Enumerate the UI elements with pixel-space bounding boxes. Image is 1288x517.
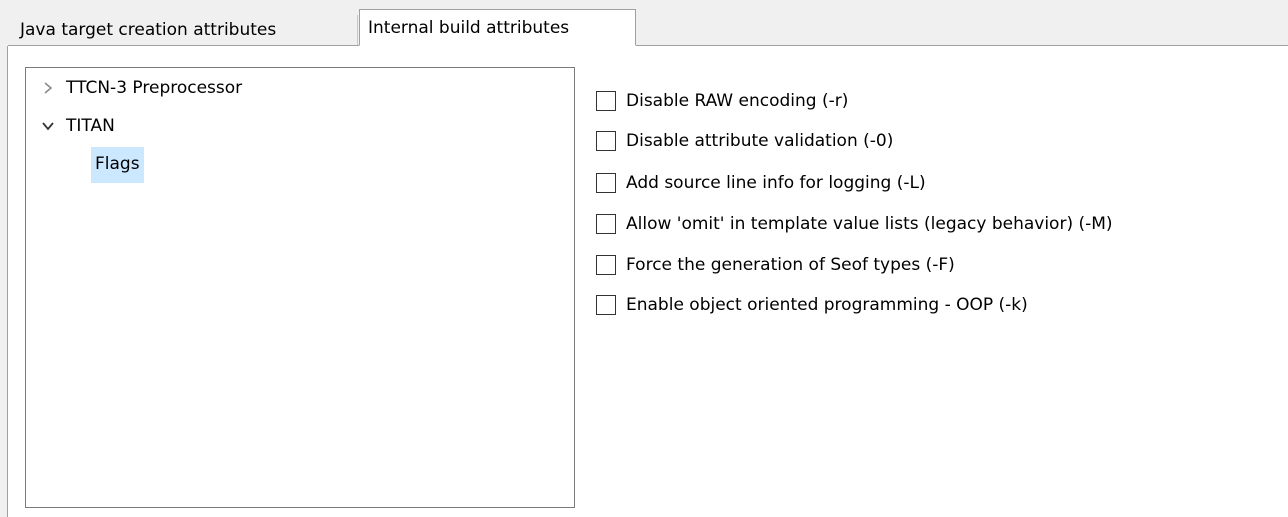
option-label: Enable object oriented programming - OOP…: [626, 295, 1028, 315]
checkbox-icon[interactable]: [596, 214, 616, 234]
checkbox-icon[interactable]: [596, 173, 616, 193]
checkbox-icon[interactable]: [596, 131, 616, 151]
tab-java-target-creation-attributes[interactable]: Java target creation attributes: [12, 14, 355, 46]
tree-item-label: TITAN: [66, 116, 115, 136]
chevron-down-icon[interactable]: [40, 109, 56, 143]
option-label: Disable attribute validation (-0): [626, 131, 894, 151]
option-label: Disable RAW encoding (-r): [626, 91, 849, 111]
tree-item-label: TTCN-3 Preprocessor: [66, 78, 243, 98]
option-force-seof-types[interactable]: Force the generation of Seof types (-F): [596, 249, 955, 281]
option-disable-raw-encoding[interactable]: Disable RAW encoding (-r): [596, 85, 848, 117]
tab-strip-divider: [8, 45, 1288, 46]
option-add-source-line-info[interactable]: Add source line info for logging (-L): [596, 167, 926, 199]
checkbox-icon[interactable]: [596, 91, 616, 111]
chevron-right-icon[interactable]: [40, 71, 56, 105]
tab-internal-build-attributes[interactable]: Internal build attributes: [359, 9, 636, 46]
option-label: Add source line info for logging (-L): [626, 173, 926, 193]
category-tree[interactable]: TTCN-3 Preprocessor TITAN: [25, 67, 575, 508]
option-enable-oop[interactable]: Enable object oriented programming - OOP…: [596, 289, 1028, 321]
option-label: Allow 'omit' in template value lists (le…: [626, 214, 1113, 234]
content-left-border: [7, 46, 8, 517]
option-label: Force the generation of Seof types (-F): [626, 255, 955, 275]
window-top-edge: [0, 0, 1288, 8]
tab-separator: [357, 15, 358, 45]
option-allow-omit-template[interactable]: Allow 'omit' in template value lists (le…: [596, 208, 1113, 240]
checkbox-icon[interactable]: [596, 255, 616, 275]
properties-page: Java target creation attributes Internal…: [0, 0, 1288, 517]
option-disable-attribute-validation[interactable]: Disable attribute validation (-0): [596, 125, 893, 157]
checkbox-icon[interactable]: [596, 295, 616, 315]
tree-item-flags[interactable]: Flags: [91, 147, 144, 183]
